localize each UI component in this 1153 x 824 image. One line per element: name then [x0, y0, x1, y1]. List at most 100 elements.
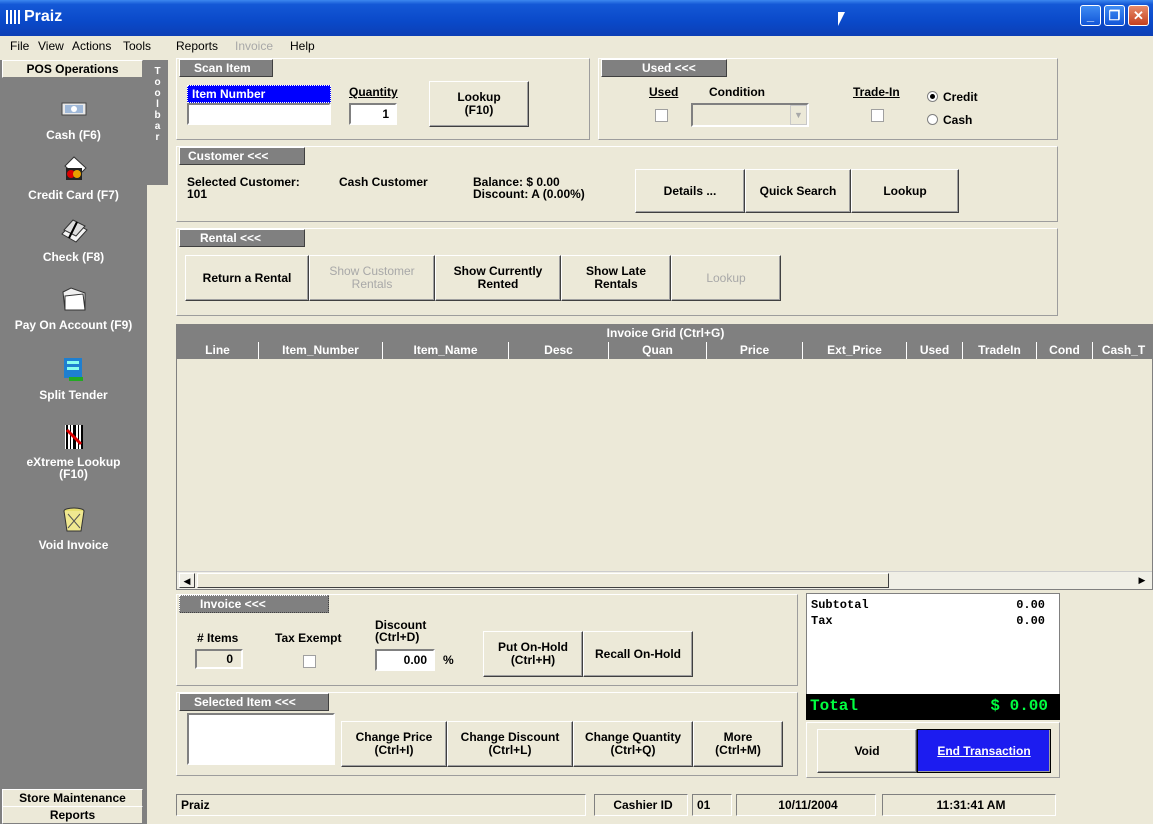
invoice-grid[interactable]: Invoice Grid (Ctrl+G) Line Item_Number I… [176, 324, 1153, 590]
items-count-value: 0 [195, 649, 243, 669]
col-ext-price[interactable]: Ext_Price [803, 342, 907, 359]
rental-panel: Rental <<< Return a Rental Show Customer… [176, 228, 1058, 316]
col-item-name[interactable]: Item_Name [383, 342, 509, 359]
menu-view[interactable]: View [38, 39, 64, 53]
selected-item-panel: Selected Item <<< Change Price (Ctrl+I) … [176, 692, 798, 776]
col-tradein[interactable]: TradeIn [963, 342, 1037, 359]
used-tab[interactable]: Used <<< [601, 59, 727, 77]
chevron-down-icon[interactable]: ▼ [790, 105, 807, 125]
invoice-tab[interactable]: Invoice <<< [179, 595, 329, 613]
item-number-input[interactable] [187, 103, 331, 125]
void-button[interactable]: Void [817, 729, 917, 773]
col-line[interactable]: Line [177, 342, 259, 359]
invoice-panel: Invoice <<< # Items 0 Tax Exempt Discoun… [176, 594, 798, 686]
col-used[interactable]: Used [907, 342, 963, 359]
store-maintenance-header[interactable]: Store Maintenance [2, 789, 143, 807]
customer-id: 101 [187, 187, 208, 201]
credit-label: Credit [943, 90, 978, 104]
status-date: 10/11/2004 [736, 794, 876, 816]
credit-radio[interactable] [927, 91, 938, 102]
cash-icon [61, 102, 86, 116]
change-price-button[interactable]: Change Price (Ctrl+I) [341, 721, 447, 767]
show-currently-rented-button[interactable]: Show Currently Rented [435, 255, 561, 301]
rental-lookup-button[interactable]: Lookup [671, 255, 781, 301]
credit-card-button[interactable]: Credit Card (F7) [0, 154, 147, 202]
col-cond[interactable]: Cond [1037, 342, 1093, 359]
title-bar: Praiz _ ❐ ✕ [0, 0, 1153, 36]
void-invoice-button[interactable]: Void Invoice [0, 504, 147, 552]
customer-tab[interactable]: Customer <<< [179, 147, 305, 165]
menu-reports[interactable]: Reports [176, 39, 218, 53]
window-title: Praiz [24, 8, 63, 25]
menu-file[interactable]: File [10, 39, 29, 53]
col-price[interactable]: Price [707, 342, 803, 359]
discount-input[interactable]: 0.00 [375, 649, 435, 671]
quick-search-button[interactable]: Quick Search [745, 169, 851, 213]
customer-details-button[interactable]: Details ... [635, 169, 745, 213]
end-transaction-button[interactable]: End Transaction [917, 729, 1051, 773]
col-cash-t[interactable]: Cash_T [1093, 342, 1153, 359]
split-tender-button[interactable]: Split Tender [0, 354, 147, 402]
reports-header[interactable]: Reports [2, 806, 143, 824]
used-panel: Used <<< Used Condition ▼ Trade-In Credi… [598, 58, 1058, 140]
item-number-label: Item Number [187, 85, 331, 103]
toolbar-tab[interactable]: T o o l b a r [147, 60, 168, 185]
menu-actions[interactable]: Actions [72, 39, 111, 53]
split-tender-icon [63, 358, 83, 381]
pay-on-account-button[interactable]: Pay On Account (F9) [0, 284, 147, 332]
status-app-name: Praiz [176, 794, 586, 816]
app-logo-icon [6, 10, 20, 24]
show-late-rentals-button[interactable]: Show Late Rentals [561, 255, 671, 301]
total-bar: Total $ 0.00 [806, 694, 1060, 720]
subtotal-label: Subtotal [811, 598, 869, 612]
toolbar-letter: r [155, 132, 160, 143]
menu-help[interactable]: Help [290, 39, 315, 53]
customer-lookup-button[interactable]: Lookup [851, 169, 959, 213]
change-quantity-button[interactable]: Change Quantity (Ctrl+Q) [573, 721, 693, 767]
tax-exempt-checkbox[interactable] [303, 655, 316, 668]
change-discount-button[interactable]: Change Discount (Ctrl+L) [447, 721, 573, 767]
scroll-left-icon[interactable]: ◀ [179, 573, 195, 588]
return-rental-button[interactable]: Return a Rental [185, 255, 309, 301]
col-desc[interactable]: Desc [509, 342, 609, 359]
pos-operations-header[interactable]: POS Operations [2, 60, 143, 78]
scroll-right-icon[interactable]: ▶ [1134, 573, 1150, 588]
menu-tools[interactable]: Tools [123, 39, 151, 53]
scroll-thumb[interactable] [197, 573, 889, 588]
toolbar-letter: o [154, 88, 161, 99]
trade-in-checkbox[interactable] [871, 109, 884, 122]
recall-on-hold-button[interactable]: Recall On-Hold [583, 631, 693, 677]
cash-label: Cash (F6) [46, 128, 101, 142]
cash-radio[interactable] [927, 114, 938, 125]
scan-item-tab[interactable]: Scan Item [179, 59, 273, 77]
subtotal-value: 0.00 [1016, 598, 1045, 612]
tax-value: 0.00 [1016, 614, 1045, 628]
col-quan[interactable]: Quan [609, 342, 707, 359]
close-button[interactable]: ✕ [1128, 5, 1149, 26]
horizontal-scrollbar[interactable]: ◀ ▶ [177, 571, 1152, 589]
quantity-input[interactable]: 1 [349, 103, 397, 125]
toolbar-letter: o [154, 77, 161, 88]
col-item-number[interactable]: Item_Number [259, 342, 383, 359]
status-cashier-id: 01 [692, 794, 732, 816]
status-cashier-label: Cashier ID [594, 794, 688, 816]
condition-select[interactable]: ▼ [691, 103, 809, 127]
toolbar-letter: a [154, 121, 161, 132]
extreme-lookup-button[interactable]: eXtreme Lookup (F10) [0, 422, 147, 480]
scan-lookup-button[interactable]: Lookup (F10) [429, 81, 529, 127]
more-button[interactable]: More (Ctrl+M) [693, 721, 783, 767]
used-label: Used [649, 85, 679, 99]
put-on-hold-button[interactable]: Put On-Hold (Ctrl+H) [483, 631, 583, 677]
total-value: $ 0.00 [990, 697, 1048, 715]
selected-item-tab[interactable]: Selected Item <<< [179, 693, 329, 711]
show-customer-rentals-button[interactable]: Show Customer Rentals [309, 255, 435, 301]
rental-tab[interactable]: Rental <<< [179, 229, 305, 247]
total-label: Total [810, 697, 859, 715]
cash-button[interactable]: Cash (F6) [0, 94, 147, 142]
used-checkbox[interactable] [655, 109, 668, 122]
pos-operations-bar: POS Operations Cash (F6) Credit Card (F7… [0, 60, 147, 824]
tax-label: Tax [811, 614, 833, 628]
restore-button[interactable]: ❐ [1104, 5, 1125, 26]
check-button[interactable]: Check (F8) [0, 216, 147, 264]
minimize-button[interactable]: _ [1080, 5, 1101, 26]
